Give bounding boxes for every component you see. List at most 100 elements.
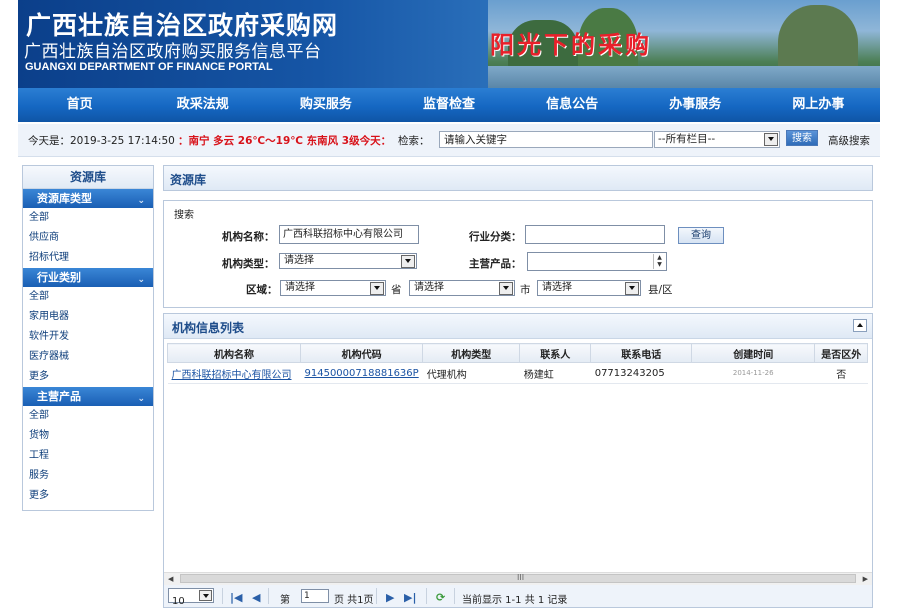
col-created[interactable]: 创建时间 [691, 343, 816, 363]
main-nav: 首页 政采法规 购买服务 监督检查 信息公告 办事服务 网上办事 [18, 88, 880, 122]
chevron-down-icon [625, 282, 639, 295]
sidebar-item-supplier[interactable]: 供应商 [23, 228, 153, 248]
nav-online-office[interactable]: 网上办事 [757, 88, 880, 122]
sidebar-section-resource-type[interactable]: 资源库类型 ⌄ [23, 189, 153, 208]
collapse-toggle-icon[interactable] [853, 319, 867, 332]
sidebar-item-engineering[interactable]: 工程 [23, 446, 153, 466]
banner-slogan: 阳光下的采购 [490, 31, 652, 59]
chevron-down-icon [764, 133, 778, 146]
chevron-down-icon [199, 590, 212, 601]
org-name-label: 机构名称： [222, 231, 275, 243]
refresh-icon[interactable]: ⟳ [436, 591, 445, 604]
advanced-search-link[interactable]: 高级搜索 [828, 133, 870, 148]
sidebar-item-medical[interactable]: 医疗器械 [23, 347, 153, 367]
record-summary: 当前显示 1-1 共 1 记录 [462, 595, 568, 606]
province-select[interactable]: 请选择 [280, 280, 386, 296]
spinner-arrows-icon[interactable]: ▲ ▼ [653, 254, 665, 269]
page-size-select[interactable]: 10 [168, 588, 214, 607]
industry-label: 行业分类： [469, 231, 522, 243]
scroll-right-icon[interactable]: ▶ [863, 575, 868, 583]
last-page-icon[interactable]: ▶| [404, 591, 416, 604]
search-form: 搜索 机构名称： 广西科联招标中心有限公司 行业分类： 查询 机构类型： 请选择… [163, 200, 873, 308]
city-unit: 市 [520, 284, 531, 296]
nav-supervision[interactable]: 监督检查 [387, 88, 510, 122]
sidebar-item-all[interactable]: 全部 [23, 287, 153, 307]
chevron-down-icon [401, 255, 415, 268]
main-product-stepper[interactable]: ▲ ▼ [527, 252, 667, 271]
out-of-region-cell: 否 [814, 362, 868, 384]
chevron-down-icon: ⌄ [137, 275, 145, 285]
created-cell: 2014-11-26 [691, 362, 815, 384]
col-out-of-region[interactable]: 是否区外 [814, 343, 869, 363]
col-org-code[interactable]: 机构代码 [299, 343, 424, 363]
chevron-down-icon [370, 282, 384, 295]
search-legend: 搜索 [174, 210, 194, 221]
nav-services[interactable]: 办事服务 [634, 88, 757, 122]
table-header-row: 机构名称 机构代码 机构类型 联系人 联系电话 创建时间 是否区外 [167, 343, 869, 363]
next-page-icon[interactable]: ▶ [386, 591, 394, 604]
page-total: 页 共1页 [334, 595, 374, 606]
city-select[interactable]: 请选择 [409, 280, 515, 296]
sidebar-item-appliances[interactable]: 家用电器 [23, 307, 153, 327]
chevron-down-icon: ⌄ [137, 196, 145, 206]
nav-home[interactable]: 首页 [18, 88, 141, 122]
sidebar-item-agency[interactable]: 招标代理 [23, 248, 153, 268]
site-subtitle: 广西壮族自治区政府购买服务信息平台 [24, 42, 322, 62]
page-title: 资源库 [170, 173, 207, 187]
sidebar-section-main-product[interactable]: 主营产品 ⌄ [23, 387, 153, 406]
org-type-cell: 代理机构 [422, 362, 520, 384]
org-name-link[interactable]: 广西科联招标中心有限公司 [167, 362, 301, 384]
sidebar-item-all[interactable]: 全部 [23, 208, 153, 228]
col-org-name[interactable]: 机构名称 [167, 343, 301, 363]
horizontal-scrollbar[interactable]: ◀ III ▶ [164, 572, 872, 585]
sidebar-item-goods[interactable]: 货物 [23, 426, 153, 446]
page-label: 第 [280, 595, 290, 606]
org-code-link[interactable]: 91450000718881636P [300, 362, 423, 384]
org-name-input[interactable]: 广西科联招标中心有限公司 [279, 225, 419, 244]
county-unit: 县/区 [648, 284, 673, 296]
sidebar-item-software[interactable]: 软件开发 [23, 327, 153, 347]
scroll-thumb[interactable]: III [180, 573, 856, 583]
keyword-input[interactable]: 请输入关键字 [439, 131, 653, 148]
org-type-label: 机构类型： [222, 258, 275, 270]
table-row[interactable]: 广西科联招标中心有限公司 91450000718881636P 代理机构 杨建虹… [167, 362, 868, 384]
sidebar-item-all[interactable]: 全部 [23, 406, 153, 426]
sidebar-item-more[interactable]: 更多 [23, 367, 153, 387]
search-button[interactable]: 搜索 [786, 130, 818, 146]
prev-page-icon[interactable]: ◀ [252, 591, 260, 604]
chevron-down-icon: ⌄ [137, 394, 145, 404]
scroll-left-icon[interactable]: ◀ [168, 575, 173, 583]
query-button[interactable]: 查询 [678, 227, 724, 244]
site-title-english: GUANGXI DEPARTMENT OF FINANCE PORTAL [25, 61, 273, 73]
column-select[interactable]: --所有栏目-- [654, 131, 780, 148]
sidebar-item-more[interactable]: 更多 [23, 486, 153, 506]
region-label: 区域： [246, 284, 278, 296]
col-phone[interactable]: 联系电话 [590, 343, 693, 363]
weather-info: ：南宁 多云 26℃～19℃ 东南风 3级今天： [178, 135, 392, 147]
search-label: 检索： [398, 135, 430, 147]
col-org-type[interactable]: 机构类型 [422, 343, 521, 363]
info-bar: 今天是：2019-3-25 17:14:50 ：南宁 多云 26℃～19℃ 东南… [18, 124, 880, 157]
pagination-bar: 10 |◀ ◀ 第 1 页 共1页 ▶ ▶| ⟳ 当前显示 1-1 共 1 记录 [164, 585, 872, 607]
sidebar: 资源库 资源库类型 ⌄ 全部 供应商 招标代理 行业类别 ⌄ 全部 家用电器 软件开… [22, 165, 154, 511]
org-type-select[interactable]: 请选择 [279, 253, 417, 269]
col-contact[interactable]: 联系人 [519, 343, 592, 363]
phone-cell: 07713243205 [590, 362, 692, 384]
chevron-down-icon [499, 282, 513, 295]
sidebar-item-service[interactable]: 服务 [23, 466, 153, 486]
county-select[interactable]: 请选择 [537, 280, 641, 296]
industry-input[interactable] [525, 225, 665, 244]
nav-purchase-service[interactable]: 购买服务 [264, 88, 387, 122]
list-header: 机构信息列表 [164, 314, 872, 339]
org-list-panel: 机构信息列表 机构名称 机构代码 机构类型 联系人 联系电话 创建时间 是否区外… [163, 313, 873, 608]
sidebar-header: 资源库 [23, 166, 153, 189]
contact-cell: 杨建虹 [519, 362, 591, 384]
sidebar-section-industry[interactable]: 行业类别 ⌄ [23, 268, 153, 287]
province-unit: 省 [391, 284, 402, 296]
main-panel-header: 资源库 [163, 165, 873, 191]
nav-regulations[interactable]: 政采法规 [141, 88, 264, 122]
page-number-input[interactable]: 1 [301, 589, 329, 603]
nav-announcements[interactable]: 信息公告 [511, 88, 634, 122]
first-page-icon[interactable]: |◀ [230, 591, 242, 604]
site-banner: 广西壮族自治区政府采购网 广西壮族自治区政府购买服务信息平台 GUANGXI D… [18, 0, 880, 88]
